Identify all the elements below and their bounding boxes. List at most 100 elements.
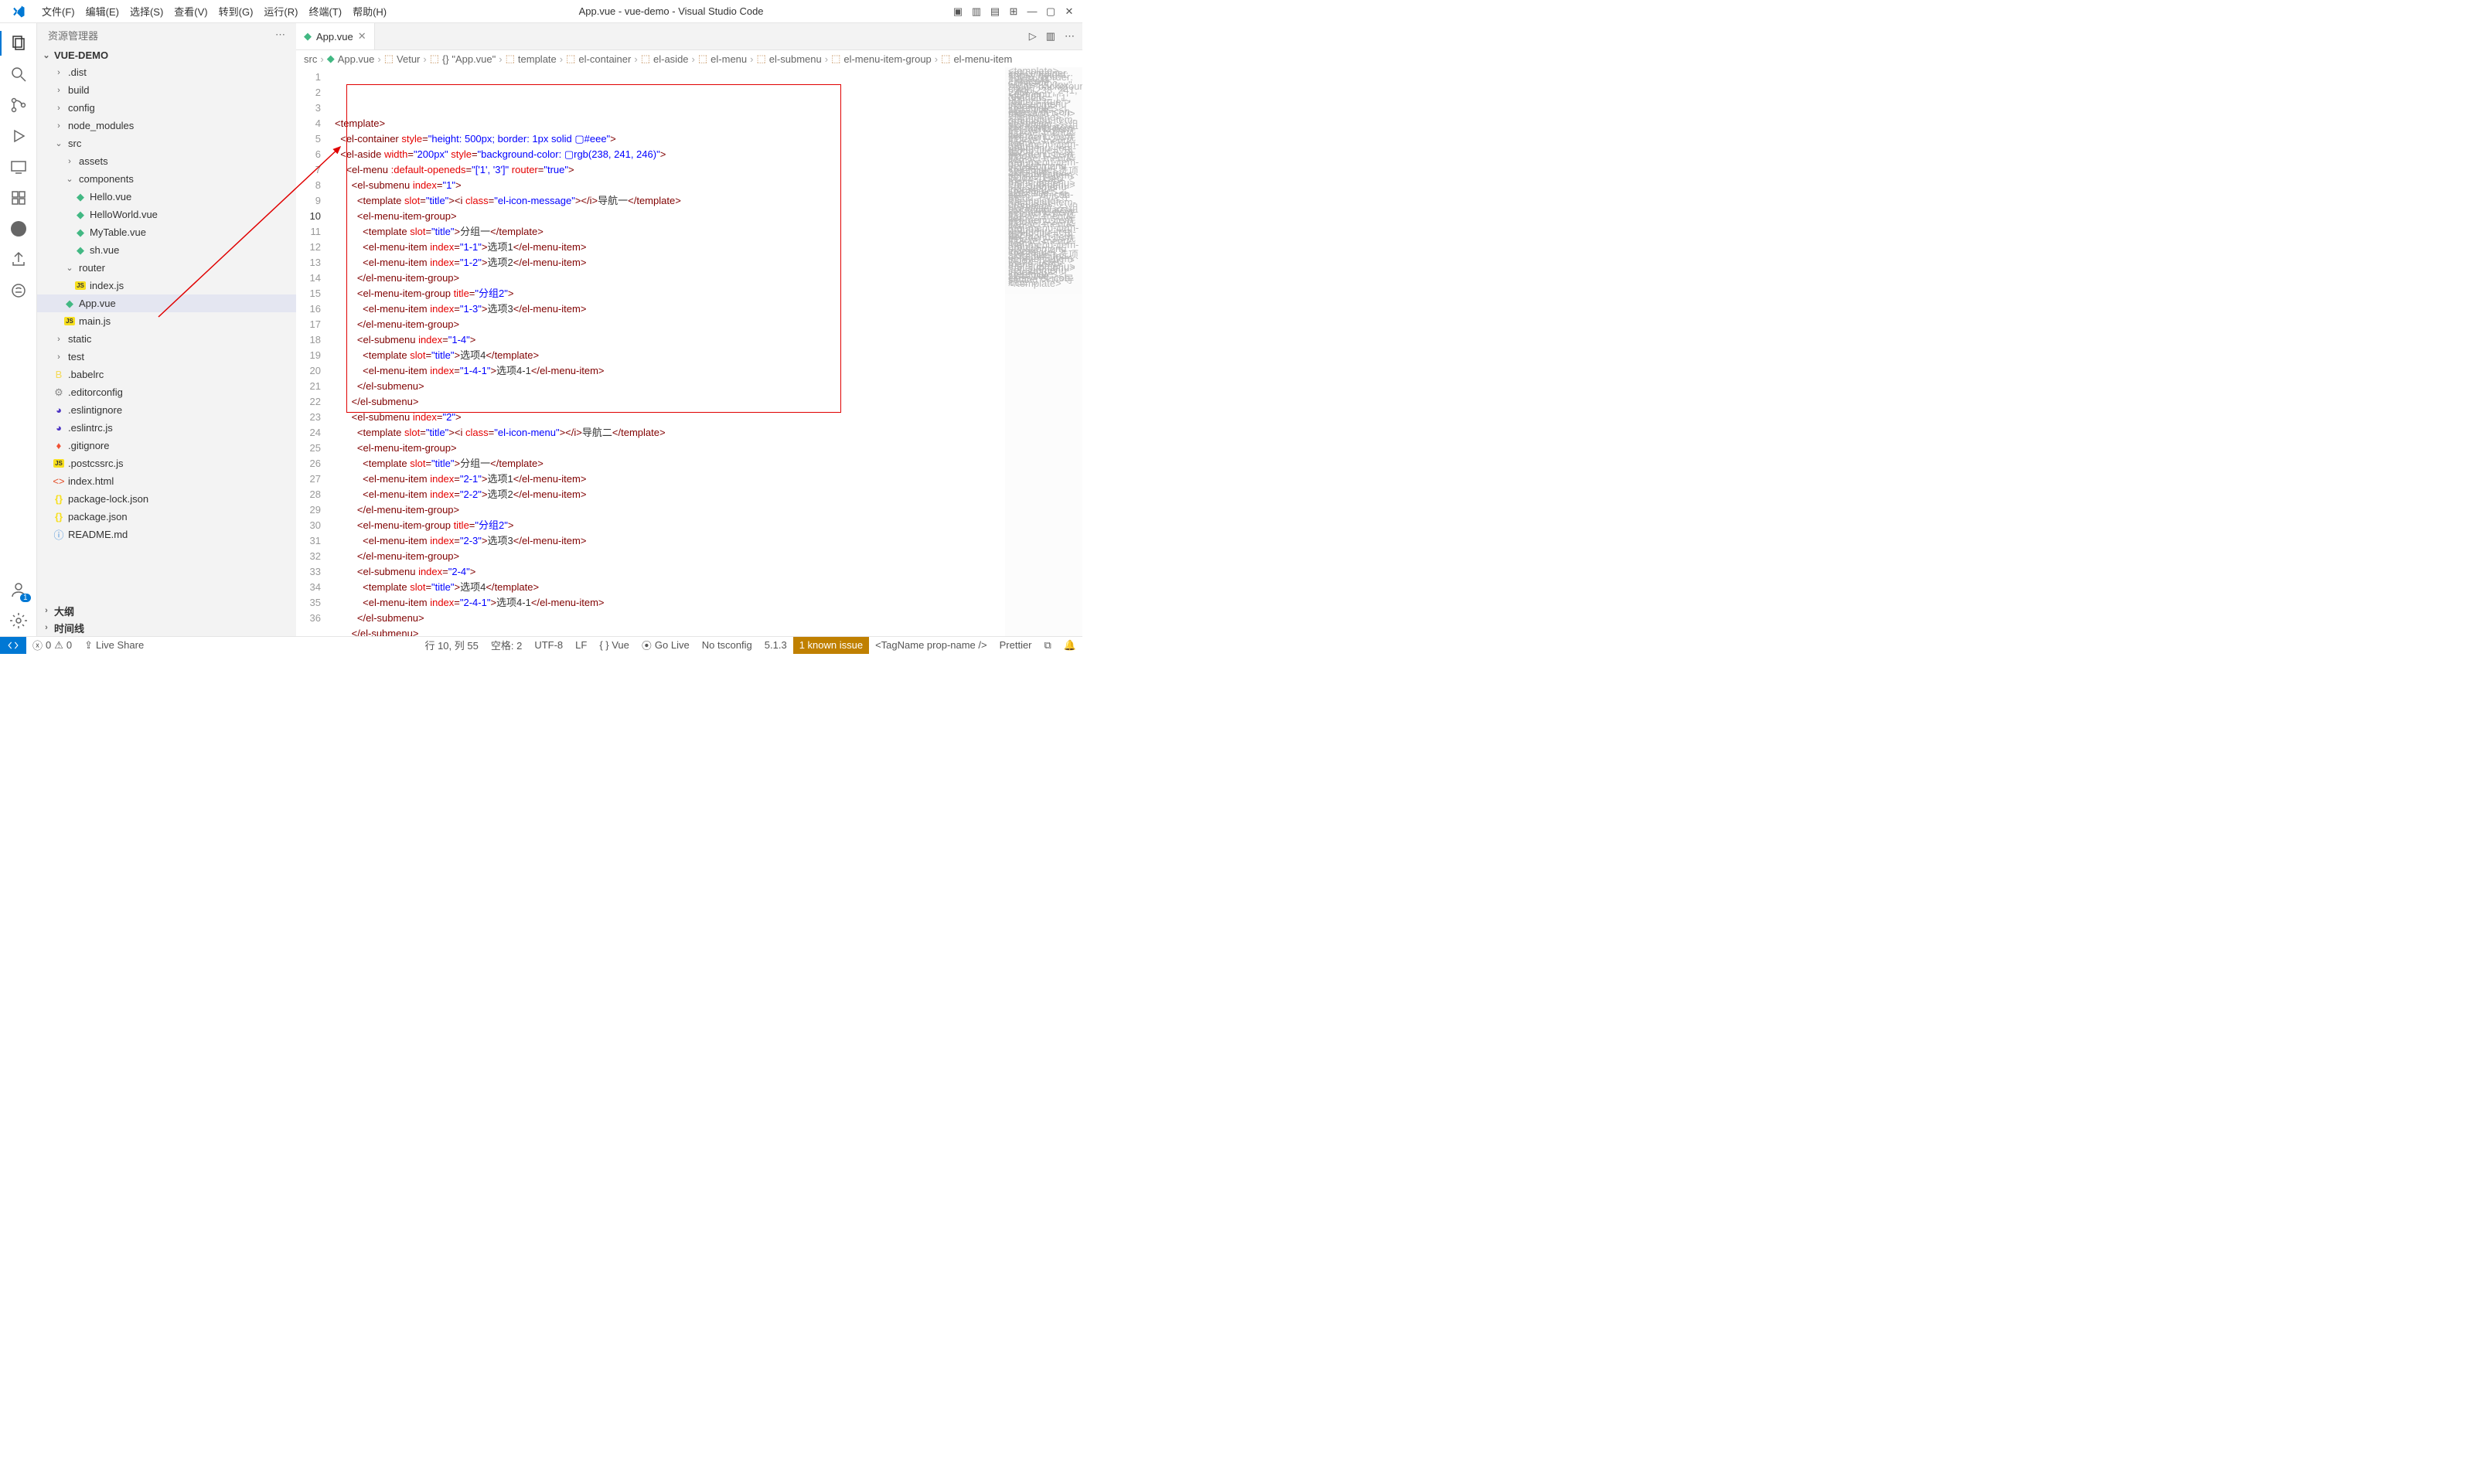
project-section-header[interactable]: ⌄ VUE-DEMO: [37, 46, 296, 63]
tree-item[interactable]: ›build: [37, 81, 296, 99]
source-control-icon[interactable]: [0, 90, 37, 121]
breadcrumb-segment[interactable]: src: [304, 53, 317, 65]
breadcrumb-segment[interactable]: el-menu-item-group: [843, 53, 931, 65]
code-content[interactable]: <template> <el-container style="height: …: [335, 67, 1005, 636]
extensions-icon[interactable]: [0, 182, 37, 213]
split-editor-icon[interactable]: ▥: [1046, 30, 1055, 43]
tree-item[interactable]: ◆Hello.vue: [37, 188, 296, 206]
version-status[interactable]: 5.1.3: [758, 637, 793, 654]
menu-item[interactable]: 编辑(E): [81, 2, 124, 20]
code-editor[interactable]: 1234567891011121314151617181920212223242…: [296, 67, 1082, 636]
tree-item[interactable]: ◆sh.vue: [37, 241, 296, 259]
breadcrumb[interactable]: src›◆ App.vue›⬚ Vetur›⬚ {} "App.vue"›⬚ t…: [296, 50, 1082, 67]
menu-item[interactable]: 文件(F): [37, 2, 80, 20]
go-live-button[interactable]: ⦿ Go Live: [636, 637, 696, 654]
breadcrumb-segment[interactable]: el-container: [578, 53, 631, 65]
chevron-down-icon: ⌄: [40, 50, 53, 60]
tagname-status[interactable]: <TagName prop-name />: [869, 637, 993, 654]
remote-explorer-icon[interactable]: [0, 151, 37, 182]
close-icon[interactable]: ✕: [1062, 5, 1076, 19]
layout-panel-icon[interactable]: ▥: [969, 5, 983, 19]
remote-indicator-icon[interactable]: [0, 637, 26, 654]
copilot-icon[interactable]: [0, 275, 37, 306]
tree-item[interactable]: JS.postcssrc.js: [37, 454, 296, 472]
tree-item[interactable]: {}package.json: [37, 508, 296, 526]
menu-bar: 文件(F)编辑(E)选择(S)查看(V)转到(G)运行(R)终端(T)帮助(H): [37, 2, 391, 20]
tree-item[interactable]: ◕.eslintrc.js: [37, 419, 296, 437]
more-actions-icon[interactable]: ⋯: [1065, 30, 1075, 43]
notifications-icon[interactable]: 🔔: [1058, 637, 1082, 654]
breadcrumb-icon: ⬚: [384, 53, 394, 65]
tree-item[interactable]: ⚙.editorconfig: [37, 383, 296, 401]
broadcast-icon: ⦿: [642, 638, 652, 652]
tree-item[interactable]: ◆MyTable.vue: [37, 223, 296, 241]
menu-item[interactable]: 转到(G): [214, 2, 258, 20]
tree-item[interactable]: ›.dist: [37, 63, 296, 81]
tree-item[interactable]: ›assets: [37, 152, 296, 170]
customize-layout-icon[interactable]: ⊞: [1007, 5, 1021, 19]
menu-item[interactable]: 查看(V): [169, 2, 212, 20]
indentation[interactable]: 空格: 2: [485, 637, 528, 654]
tree-item[interactable]: ›static: [37, 330, 296, 348]
maximize-icon[interactable]: ▢: [1044, 5, 1058, 19]
breadcrumb-segment[interactable]: {} "App.vue": [442, 53, 496, 65]
run-debug-icon[interactable]: [0, 121, 37, 151]
tree-item[interactable]: ›test: [37, 348, 296, 366]
eol[interactable]: LF: [569, 637, 593, 654]
problems-indicator[interactable]: ⓧ0 ⚠0: [26, 638, 78, 652]
cursor-position[interactable]: 行 10, 列 55: [418, 637, 484, 654]
menu-item[interactable]: 帮助(H): [348, 2, 391, 20]
github-icon[interactable]: [0, 213, 37, 244]
tree-item[interactable]: ›config: [37, 99, 296, 117]
close-tab-icon[interactable]: ✕: [358, 30, 366, 43]
minimize-icon[interactable]: —: [1025, 5, 1039, 19]
explorer-icon[interactable]: [0, 28, 37, 59]
tree-item[interactable]: ◆HelloWorld.vue: [37, 206, 296, 223]
prettier-status[interactable]: Prettier: [993, 637, 1038, 654]
known-issue-warning[interactable]: 1 known issue: [793, 637, 869, 654]
activity-bar: 1: [0, 23, 37, 636]
settings-gear-icon[interactable]: [0, 605, 37, 636]
tree-item[interactable]: ⓘREADME.md: [37, 526, 296, 543]
tree-item[interactable]: <>index.html: [37, 472, 296, 490]
share-icon[interactable]: [0, 244, 37, 275]
breadcrumb-segment[interactable]: el-menu-item: [953, 53, 1012, 65]
tree-item[interactable]: ◆App.vue: [37, 294, 296, 312]
tsconfig-status[interactable]: No tsconfig: [696, 637, 758, 654]
breadcrumb-segment[interactable]: el-menu: [711, 53, 747, 65]
run-icon[interactable]: ▷: [1029, 30, 1037, 43]
tree-item[interactable]: ⌄src: [37, 134, 296, 152]
breadcrumb-segment[interactable]: el-submenu: [769, 53, 822, 65]
breadcrumb-segment[interactable]: Vetur: [397, 53, 420, 65]
tree-item[interactable]: ♦.gitignore: [37, 437, 296, 454]
tree-item[interactable]: JSindex.js: [37, 277, 296, 294]
menu-item[interactable]: 终端(T): [304, 2, 346, 20]
outline-section-header[interactable]: › 大纲: [37, 602, 296, 619]
sidebar-more-icon[interactable]: ⋯: [275, 29, 285, 41]
tree-item[interactable]: ◕.eslintignore: [37, 401, 296, 419]
menu-item[interactable]: 选择(S): [125, 2, 168, 20]
language-mode[interactable]: { } Vue: [593, 637, 636, 654]
encoding[interactable]: UTF-8: [528, 637, 569, 654]
menu-item[interactable]: 运行(R): [259, 2, 302, 20]
tree-item[interactable]: JSmain.js: [37, 312, 296, 330]
breadcrumb-segment[interactable]: el-aside: [653, 53, 689, 65]
tree-item[interactable]: {}package-lock.json: [37, 490, 296, 508]
breadcrumb-segment[interactable]: template: [518, 53, 557, 65]
sidebar-title: 资源管理器: [48, 28, 98, 43]
tree-item[interactable]: ⌄router: [37, 259, 296, 277]
tree-item[interactable]: ⌄components: [37, 170, 296, 188]
layout-sidebar-icon[interactable]: ▤: [988, 5, 1002, 19]
search-icon[interactable]: [0, 59, 37, 90]
accounts-icon[interactable]: 1: [0, 574, 37, 605]
layout-primary-icon[interactable]: ▣: [951, 5, 965, 19]
live-share-button[interactable]: ⇪Live Share: [78, 639, 150, 652]
file-icon: ›: [63, 157, 76, 166]
feedback-icon[interactable]: ⧉: [1038, 637, 1058, 654]
tab-app-vue[interactable]: ◆ App.vue ✕: [296, 23, 375, 49]
tree-item[interactable]: B.babelrc: [37, 366, 296, 383]
minimap[interactable]: <template> <el-container style="height: …: [1005, 67, 1082, 636]
timeline-section-header[interactable]: › 时间线: [37, 619, 296, 636]
tree-item[interactable]: ›node_modules: [37, 117, 296, 134]
breadcrumb-segment[interactable]: App.vue: [338, 53, 375, 65]
